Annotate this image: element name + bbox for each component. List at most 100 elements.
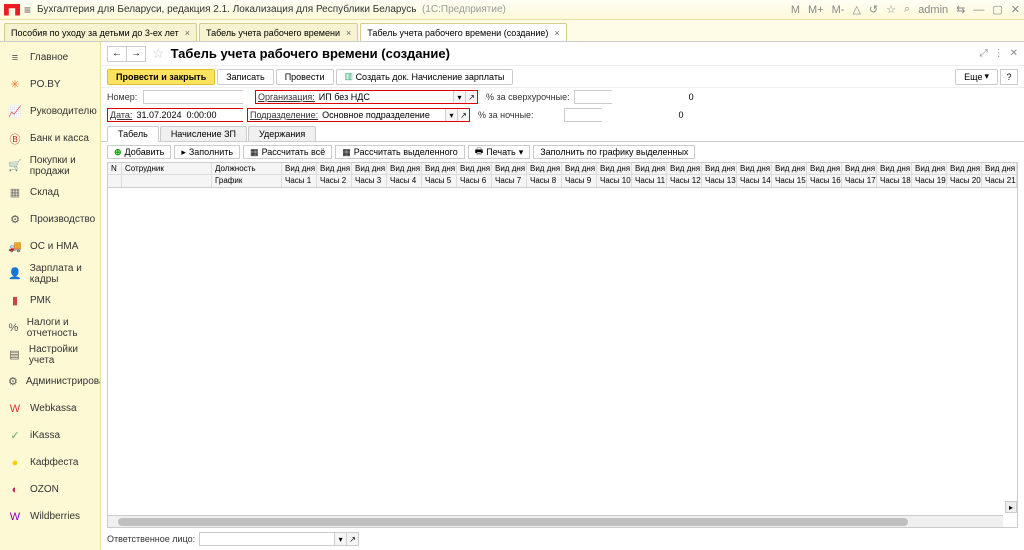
column-header[interactable]: ДолжностьГрафик [212,163,282,187]
org-input[interactable] [317,91,453,103]
save-button[interactable]: Записать [217,69,273,85]
menu-icon[interactable]: ≡ [24,3,31,17]
close-icon[interactable]: ✕ [1011,3,1020,16]
add-row-button[interactable]: ⊕Добавить [107,145,171,159]
sidebar-item[interactable]: ▦Склад [0,179,100,206]
column-header[interactable]: N [108,163,122,187]
subdiv-label[interactable]: Подразделение: [248,110,320,120]
responsible-dropdown[interactable]: ▾ [334,533,346,545]
recalc-button[interactable]: ▦ Рассчитать всё [243,145,332,159]
date-input[interactable] [134,109,255,121]
day-column-header[interactable]: Вид дня 3Часы 3 [352,163,387,187]
day-column-header[interactable]: Вид дня 19Часы 19 [912,163,947,187]
user-label[interactable]: admin [918,4,948,16]
sub-tab[interactable]: Табель [107,126,159,142]
column-header[interactable]: Сотрудник [122,163,212,187]
minimize-icon[interactable]: — [973,4,984,16]
post-button[interactable]: Провести [276,69,334,85]
day-column-header[interactable]: Вид дня 20Часы 20 [947,163,982,187]
sidebar-item[interactable]: 📈Руководителю [0,98,100,125]
day-column-header[interactable]: Вид дня 18Часы 18 [877,163,912,187]
sidebar-item[interactable]: 🛒Покупки и продажи [0,152,100,179]
responsible-open[interactable]: ↗ [346,533,358,545]
day-column-header[interactable]: Вид дня 9Часы 9 [562,163,597,187]
nav-back[interactable]: ← [107,46,127,62]
day-column-header[interactable]: Вид дня 1Часы 1 [282,163,317,187]
sub-tab[interactable]: Удержания [248,126,316,141]
doc-tab[interactable]: Табель учета рабочего времени× [199,23,358,41]
options-icon[interactable]: ⇆ [956,3,965,16]
day-column-header[interactable]: Вид дня 15Часы 15 [772,163,807,187]
close-icon[interactable]: × [185,28,190,38]
m-btn[interactable]: M [791,4,800,16]
maximize-icon[interactable]: ▢ [992,3,1002,16]
close-icon[interactable]: × [554,28,559,38]
subdiv-input[interactable] [320,109,445,121]
day-column-header[interactable]: Вид дня 14Часы 14 [737,163,772,187]
bell-icon[interactable]: △ [852,3,860,16]
create-salary-button[interactable]: ▥ Создать док. Начисление зарплаты [336,69,514,85]
doc-tab[interactable]: Табель учета рабочего времени (создание)… [360,23,566,41]
day-column-header[interactable]: Вид дня 8Часы 8 [527,163,562,187]
timesheet-grid[interactable]: NСотрудникДолжностьГрафикВид дня 1Часы 1… [107,162,1018,528]
subdiv-dropdown[interactable]: ▾ [445,109,457,121]
org-dropdown[interactable]: ▾ [453,91,465,103]
sidebar-item[interactable]: ✳PO.BY [0,71,100,98]
responsible-input[interactable] [200,533,334,545]
sidebar-item[interactable]: ◐OZON [0,476,100,503]
date-label[interactable]: Дата: [108,110,134,120]
sidebar-item[interactable]: ▮РМК [0,287,100,314]
day-column-header[interactable]: Вид дня 6Часы 6 [457,163,492,187]
nav-fwd[interactable]: → [126,46,146,62]
org-label[interactable]: Организация: [256,92,317,102]
close-page-icon[interactable]: ✕ [1010,48,1018,59]
h-scrollbar[interactable] [108,515,1003,527]
mminus-btn[interactable]: M- [832,4,845,16]
overtime-input[interactable] [575,91,696,103]
more-button[interactable]: Еще ▾ [955,69,998,85]
sidebar-item[interactable]: WWildberries [0,503,100,530]
day-column-header[interactable]: Вид дня 2Часы 2 [317,163,352,187]
link-icon[interactable]: ⤢ [980,48,988,59]
star-icon[interactable]: ☆ [886,3,896,16]
org-open[interactable]: ↗ [465,91,477,103]
day-column-header[interactable]: Вид дня 13Часы 13 [702,163,737,187]
help-button[interactable]: ? [1000,69,1018,85]
recalc-sel-button[interactable]: ▦ Рассчитать выделенного [335,145,464,159]
search-icon[interactable]: ⌕ [904,3,910,16]
sidebar-item[interactable]: ●Каффеста [0,449,100,476]
day-column-header[interactable]: Вид дня 16Часы 16 [807,163,842,187]
scroll-right-icon[interactable]: ▸ [1005,501,1017,513]
day-column-header[interactable]: Вид дня 17Часы 17 [842,163,877,187]
more-icon[interactable]: ⋮ [994,48,1004,59]
fav-icon[interactable]: ☆ [152,45,165,62]
sidebar-item[interactable]: ≡Главное [0,44,100,71]
day-column-header[interactable]: Вид дня 21Часы 21 [982,163,1017,187]
sidebar-item[interactable]: 👤Зарплата и кадры [0,260,100,287]
post-close-button[interactable]: Провести и закрыть [107,69,215,85]
day-column-header[interactable]: Вид дня 10Часы 10 [597,163,632,187]
fill-schedule-button[interactable]: Заполнить по графику выделенных [533,145,695,159]
day-column-header[interactable]: Вид дня 5Часы 5 [422,163,457,187]
sidebar-item[interactable]: ⚙Производство [0,206,100,233]
close-icon[interactable]: × [346,28,351,38]
sub-tab[interactable]: Начисление ЗП [160,126,247,141]
day-column-header[interactable]: Вид дня 7Часы 7 [492,163,527,187]
sidebar-item[interactable]: ▤Настройки учета [0,341,100,368]
sidebar-item[interactable]: WWebkassa [0,395,100,422]
sidebar-item[interactable]: %Налоги и отчетность [0,314,100,341]
sidebar-item[interactable]: 🚚ОС и НМА [0,233,100,260]
history-icon[interactable]: ↺ [869,3,878,16]
night-input[interactable] [565,109,686,121]
day-column-header[interactable]: Вид дня 12Часы 12 [667,163,702,187]
fill-button[interactable]: ▸ Заполнить [174,145,240,159]
sidebar-item[interactable]: ⒷБанк и касса [0,125,100,152]
print-button[interactable]: 🖶 Печать ▾ [468,145,531,159]
day-column-header[interactable]: Вид дня 11Часы 11 [632,163,667,187]
number-input[interactable] [144,91,265,103]
day-column-header[interactable]: Вид дня 4Часы 4 [387,163,422,187]
sidebar-item[interactable]: ✓iKassa [0,422,100,449]
mplus-btn[interactable]: M+ [808,4,824,16]
subdiv-open[interactable]: ↗ [457,109,469,121]
doc-tab[interactable]: Пособия по уходу за детьми до 3-ех лет× [4,23,197,41]
